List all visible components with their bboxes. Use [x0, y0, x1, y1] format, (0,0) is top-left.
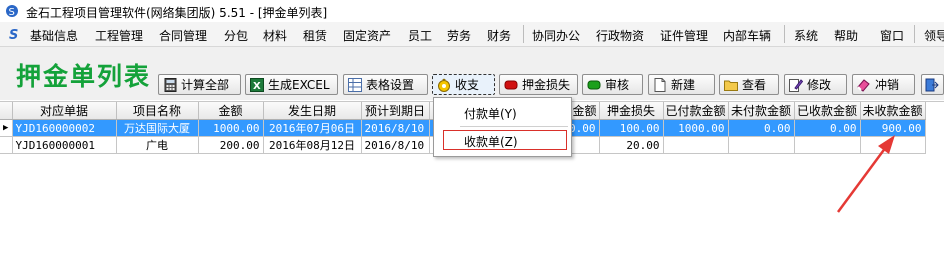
col-header-doc[interactable]: 对应单据 — [12, 102, 117, 120]
menu-window[interactable]: 窗口 — [880, 27, 904, 44]
cell-unreceived[interactable] — [860, 136, 926, 154]
col-header-amount[interactable]: 金额 — [198, 102, 264, 120]
cell-due[interactable]: 2016/8/10 — [361, 119, 430, 137]
menu-vehicles[interactable]: 内部车辆 — [723, 27, 771, 44]
table-settings-icon — [348, 77, 362, 92]
menu-separator — [523, 25, 524, 43]
col-header-received[interactable]: 已收款金额 — [794, 102, 861, 120]
deposit-loss-label: 押金损失 — [522, 78, 571, 92]
cell-received[interactable]: 0.00 — [794, 119, 861, 137]
menu-subcontract[interactable]: 分包 — [224, 27, 248, 44]
cell-unpaid[interactable]: 0.00 — [728, 119, 795, 137]
calc-all-button[interactable]: 计算全部 — [158, 74, 241, 95]
app-logo-icon: S — [6, 5, 18, 18]
review-button[interactable]: 审核 — [582, 74, 643, 95]
red-status-icon — [504, 78, 518, 92]
view-label: 查看 — [742, 78, 767, 92]
money-bag-icon — [437, 78, 451, 92]
edit-button[interactable]: 修改 — [784, 74, 847, 95]
offset-button[interactable]: 冲销 — [852, 74, 915, 95]
cell-paid[interactable]: 1000.00 — [663, 119, 729, 137]
menu-help[interactable]: 帮助 — [834, 27, 858, 44]
menu-fixed-assets[interactable]: 固定资产 — [343, 27, 391, 44]
col-header-loss[interactable]: 押金损失 — [599, 102, 664, 120]
cell-amount[interactable]: 1000.00 — [198, 119, 264, 137]
cell-doc[interactable]: YJD160000002 — [12, 119, 117, 137]
menu-leader[interactable]: 领导 — [924, 27, 944, 44]
excel-icon: X — [250, 77, 264, 92]
cell-due[interactable]: 2016/8/10 — [361, 136, 430, 154]
cell-received[interactable] — [794, 136, 861, 154]
green-status-icon — [587, 78, 601, 92]
menu-basic-info[interactable]: 基础信息 — [30, 27, 78, 44]
income-expense-button[interactable]: 收支 — [432, 74, 495, 95]
receipt-voucher-item[interactable]: 收款单(Z) — [464, 133, 518, 150]
menu-collab-office[interactable]: 协同办公 — [532, 27, 580, 44]
row-indicator — [0, 136, 13, 154]
menu-admin-supplies[interactable]: 行政物资 — [596, 27, 644, 44]
svg-text:S: S — [9, 28, 18, 42]
current-row-indicator-icon: ▶ — [0, 119, 13, 137]
cell-date[interactable]: 2016年08月12日 — [263, 136, 362, 154]
menu-bar: S 基础信息 工程管理 合同管理 分包 材料 租赁 固定资产 员工 劳务 财务 … — [0, 22, 944, 47]
menu-lease[interactable]: 租赁 — [303, 27, 327, 44]
page-title: 押金单列表 — [16, 62, 152, 91]
income-expense-label: 收支 — [455, 78, 480, 92]
calc-all-label: 计算全部 — [181, 78, 230, 92]
menu-certificates[interactable]: 证件管理 — [660, 27, 708, 44]
menu-labor[interactable]: 劳务 — [447, 27, 471, 44]
window-title: 金石工程项目管理软件(网络集团版) 5.51 - [押金单列表] — [26, 6, 328, 20]
menu-project-mgmt[interactable]: 工程管理 — [95, 27, 143, 44]
edit-label: 修改 — [807, 78, 832, 92]
title-bar: S 金石工程项目管理软件(网络集团版) 5.51 - [押金单列表] — [0, 0, 944, 23]
more-toolbar-button[interactable] — [921, 74, 944, 95]
col-header-unreceived[interactable]: 未收款金额 — [860, 102, 926, 120]
menu-contract-mgmt[interactable]: 合同管理 — [159, 27, 207, 44]
new-label: 新建 — [671, 78, 696, 92]
cell-loss[interactable]: 20.00 — [599, 136, 664, 154]
cell-doc[interactable]: YJD160000001 — [12, 136, 117, 154]
col-header-unpaid[interactable]: 未付款金额 — [728, 102, 795, 120]
table-settings-button[interactable]: 表格设置 — [343, 74, 428, 95]
new-button[interactable]: 新建 — [648, 74, 715, 95]
dropdown-separator — [460, 126, 568, 127]
row-indicator-header — [0, 102, 13, 120]
calculator-icon — [163, 77, 177, 92]
exit-icon — [925, 78, 939, 92]
generate-excel-button[interactable]: X 生成EXCEL — [245, 74, 338, 95]
menu-staff[interactable]: 员工 — [408, 27, 432, 44]
view-button[interactable]: 查看 — [719, 74, 779, 95]
eraser-icon — [857, 78, 871, 92]
offset-label: 冲销 — [875, 78, 900, 92]
folder-icon — [724, 78, 738, 92]
menu-finance[interactable]: 财务 — [487, 27, 511, 44]
new-document-icon — [653, 77, 667, 92]
edit-document-icon — [789, 78, 803, 92]
deposit-loss-button[interactable]: 押金损失 — [499, 74, 578, 95]
cell-project[interactable]: 广电 — [116, 136, 199, 154]
menu-materials[interactable]: 材料 — [263, 27, 287, 44]
payment-voucher-item[interactable]: 付款单(Y) — [464, 105, 517, 122]
col-header-date[interactable]: 发生日期 — [263, 102, 362, 120]
generate-excel-label: 生成EXCEL — [268, 78, 330, 92]
col-header-due[interactable]: 预计到期日 — [361, 102, 430, 120]
review-label: 审核 — [605, 78, 630, 92]
cell-date[interactable]: 2016年07月06日 — [263, 119, 362, 137]
col-header-paid[interactable]: 已付款金额 — [663, 102, 729, 120]
svg-text:S: S — [9, 7, 15, 18]
menu-system[interactable]: 系统 — [794, 27, 818, 44]
menu-logo-icon: S — [9, 28, 18, 42]
cell-paid[interactable] — [663, 136, 729, 154]
cell-unpaid[interactable] — [728, 136, 795, 154]
cell-loss[interactable]: 100.00 — [599, 119, 664, 137]
cell-unreceived[interactable]: 900.00 — [860, 119, 926, 137]
table-settings-label: 表格设置 — [366, 78, 415, 92]
income-expense-dropdown: 付款单(Y) 收款单(Z) — [433, 97, 572, 157]
menu-separator — [784, 25, 785, 43]
col-header-project[interactable]: 项目名称 — [116, 102, 199, 120]
cell-amount[interactable]: 200.00 — [198, 136, 264, 154]
svg-text:X: X — [253, 81, 261, 92]
cell-project[interactable]: 万达国际大厦 — [116, 119, 199, 137]
menu-separator — [914, 25, 915, 43]
